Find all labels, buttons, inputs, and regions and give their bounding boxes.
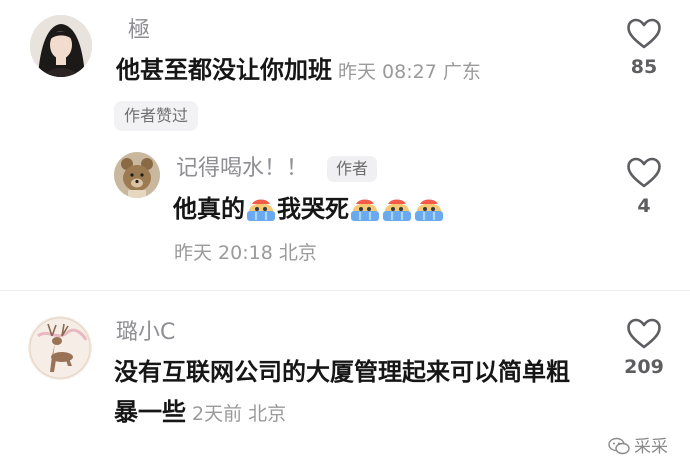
watermark-text: 采采 [634, 437, 668, 457]
like-count: 85 [630, 56, 658, 78]
comment-divider [0, 290, 690, 291]
comment-username[interactable]: 極 [128, 18, 150, 44]
heart-icon [627, 318, 661, 349]
reply-text-part2: 我哭死 [277, 195, 349, 223]
reply-text: 他真的 我哭死 [173, 194, 445, 224]
comment-body: 他甚至都没让你加班 [116, 56, 332, 84]
like-button[interactable]: 85 [614, 18, 674, 78]
reply-like-button[interactable]: 4 [614, 157, 674, 217]
comment-text-line2: 暴一些 2天前 北京 [114, 397, 286, 429]
reply-time: 昨天 20:18 [174, 242, 273, 264]
reply-avatar[interactable] [114, 152, 160, 198]
wechat-icon [608, 437, 630, 455]
comment-username[interactable]: 璐小C [116, 320, 175, 346]
comment-time: 2天前 [192, 403, 243, 425]
reply-text-part1: 他真的 [173, 195, 245, 223]
comment-location: 北京 [248, 403, 287, 425]
crying-emoji-icon [247, 199, 275, 221]
like-count: 209 [624, 356, 664, 378]
crying-emoji-icon [383, 199, 411, 221]
heart-icon [627, 18, 661, 49]
comment-location: 广东 [442, 61, 481, 83]
comment-meta: 2天前 北京 [192, 403, 286, 425]
watermark: 采采 [608, 432, 668, 457]
user-portrait-avatar [30, 15, 92, 77]
avatar[interactable] [30, 15, 92, 77]
comment-meta: 昨天 08:27 广东 [338, 61, 481, 83]
reply-meta: 昨天 20:18 北京 [174, 238, 317, 265]
deer-avatar [28, 316, 92, 380]
comment-body-line1: 没有互联网公司的大厦管理起来可以简单粗 [114, 358, 570, 386]
author-tag: 作者 [327, 156, 378, 182]
reply-like-count: 4 [637, 195, 651, 217]
avatar[interactable] [28, 316, 92, 380]
comment-body-line2: 暴一些 [114, 398, 186, 426]
crying-emoji-icon [351, 199, 379, 221]
comment-time: 昨天 08:27 [338, 61, 437, 83]
crying-emoji-icon [415, 199, 443, 221]
author-liked-badge: 作者赞过 [114, 101, 199, 131]
heart-icon [627, 157, 661, 188]
comment-text: 他甚至都没让你加班 昨天 08:27 广东 [116, 55, 481, 87]
bear-avatar [114, 152, 160, 198]
reply-username[interactable]: 记得喝水！！ [176, 156, 308, 182]
reply-location: 北京 [278, 242, 317, 264]
like-button[interactable]: 209 [614, 318, 674, 378]
comment-list: 極 他甚至都没让你加班 昨天 08:27 广东 作者赞过 85 记得喝水！！ 作者… [0, 0, 690, 469]
